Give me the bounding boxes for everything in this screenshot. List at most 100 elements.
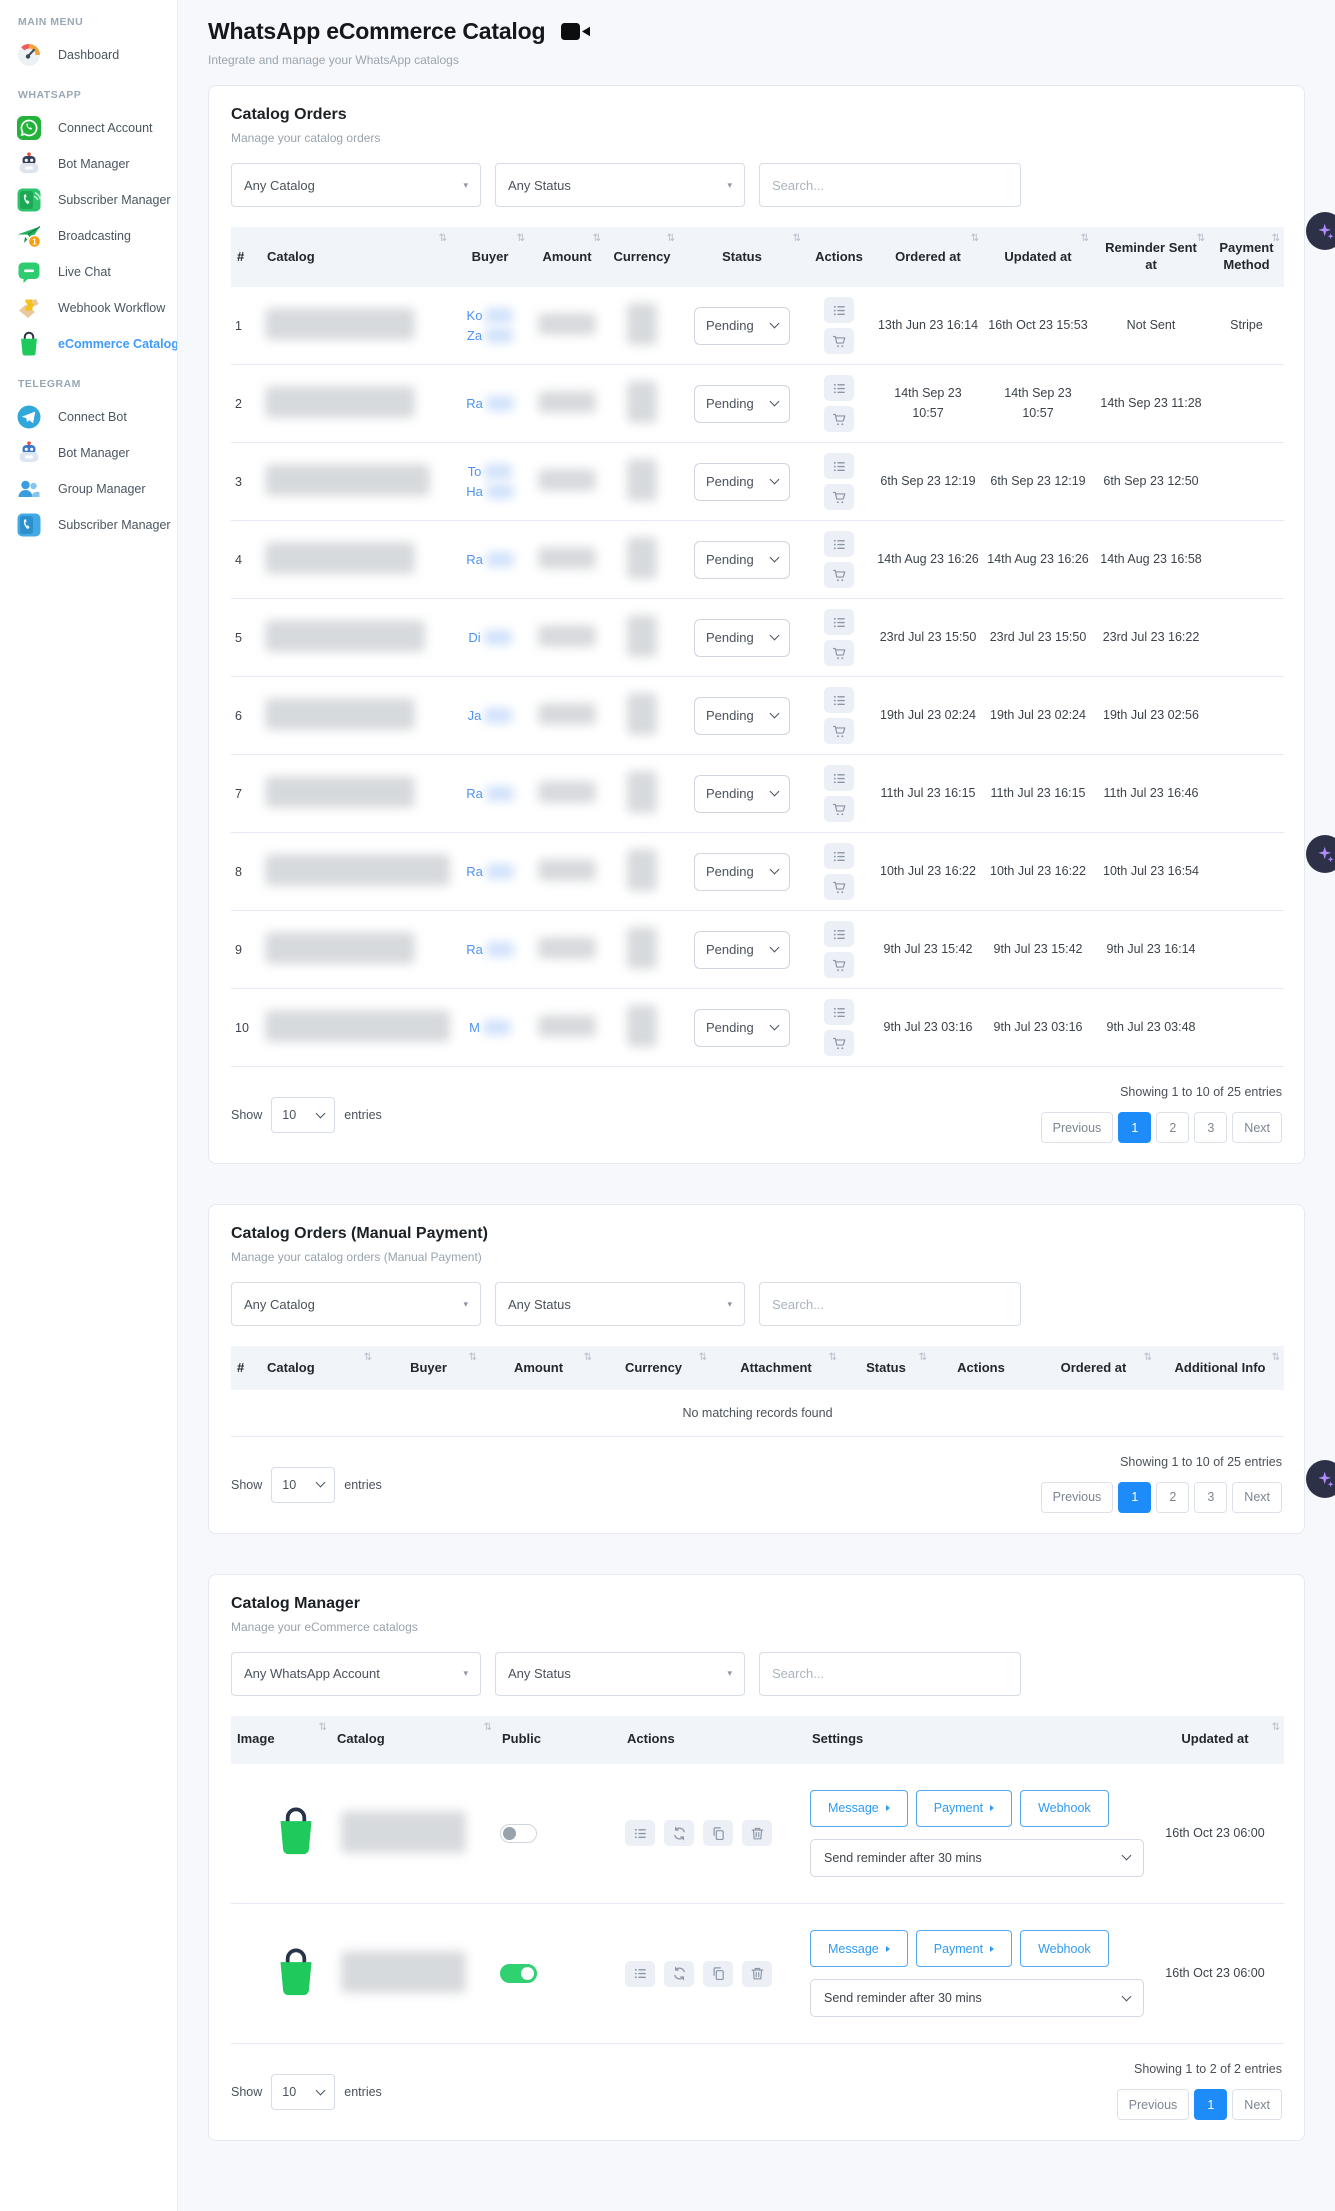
- sidebar-item-bot-manager[interactable]: Bot Manager: [0, 146, 177, 182]
- order-cart-button[interactable]: [824, 484, 854, 510]
- order-items-button[interactable]: [824, 375, 854, 401]
- order-status-select[interactable]: Pending: [694, 775, 790, 813]
- entries-per-page-select[interactable]: 10: [271, 1097, 335, 1133]
- sort-icon[interactable]: ⇅: [517, 232, 525, 245]
- order-items-button[interactable]: [824, 999, 854, 1025]
- catalog-duplicate-button[interactable]: [703, 1961, 733, 1987]
- column-header-amount[interactable]: Amount⇅: [481, 1346, 596, 1390]
- page-button-1[interactable]: 1: [1118, 1482, 1151, 1513]
- order-cart-button[interactable]: [824, 562, 854, 588]
- buyer-name-partial[interactable]: Ja: [455, 706, 525, 726]
- sort-icon[interactable]: ⇅: [919, 1351, 927, 1364]
- page-button-2[interactable]: 2: [1156, 1112, 1189, 1143]
- column-header-image[interactable]: Image⇅: [231, 1716, 331, 1764]
- order-items-button[interactable]: [824, 609, 854, 635]
- sidebar-item-group-manager[interactable]: Group Manager: [0, 471, 177, 507]
- sort-icon[interactable]: ⇅: [439, 232, 447, 245]
- page-button-1[interactable]: 1: [1194, 2089, 1227, 2120]
- reminder-select[interactable]: Send reminder after 30 mins: [810, 1839, 1144, 1877]
- order-status-select[interactable]: Pending: [694, 541, 790, 579]
- entries-per-page-select[interactable]: 10: [271, 1467, 335, 1503]
- page-button-1[interactable]: 1: [1118, 1112, 1151, 1143]
- order-cart-button[interactable]: [824, 952, 854, 978]
- sort-icon[interactable]: ⇅: [1144, 1351, 1152, 1364]
- page-button-2[interactable]: 2: [1156, 1482, 1189, 1513]
- catalog-items-button[interactable]: [625, 1961, 655, 1987]
- column-header-updated-at[interactable]: Updated at⇅: [1146, 1716, 1284, 1764]
- order-status-select[interactable]: Pending: [694, 385, 790, 423]
- sidebar-item-broadcasting[interactable]: 1Broadcasting: [0, 218, 177, 254]
- column-header-ordered-at[interactable]: Ordered at⇅: [873, 227, 983, 287]
- order-cart-button[interactable]: [824, 328, 854, 354]
- settings-payment-button[interactable]: Payment: [916, 1790, 1012, 1827]
- sort-icon[interactable]: ⇅: [971, 232, 979, 245]
- order-status-select[interactable]: Pending: [694, 697, 790, 735]
- sidebar-item-live-chat[interactable]: Live Chat: [0, 254, 177, 290]
- order-status-select[interactable]: Pending: [694, 307, 790, 345]
- sort-icon[interactable]: ⇅: [1272, 1721, 1280, 1734]
- sidebar-item-dashboard[interactable]: Dashboard: [0, 37, 177, 73]
- previous-page-button[interactable]: Previous: [1117, 2089, 1190, 2120]
- sort-icon[interactable]: ⇅: [1081, 232, 1089, 245]
- order-items-button[interactable]: [824, 765, 854, 791]
- catalog-refresh-button[interactable]: [664, 1961, 694, 1987]
- next-page-button[interactable]: Next: [1232, 1112, 1282, 1143]
- reminder-select[interactable]: Send reminder after 30 mins: [810, 1979, 1144, 2017]
- sort-icon[interactable]: ⇅: [1197, 232, 1205, 245]
- order-status-select[interactable]: Pending: [694, 619, 790, 657]
- buyer-name-partial[interactable]: Ra: [455, 784, 525, 804]
- catalog-duplicate-button[interactable]: [703, 1820, 733, 1846]
- buyer-name-partial[interactable]: Za: [455, 326, 525, 346]
- public-toggle[interactable]: [500, 1964, 537, 1983]
- next-page-button[interactable]: Next: [1232, 1482, 1282, 1513]
- column-header-additional-info[interactable]: Additional Info⇅: [1156, 1346, 1284, 1390]
- sort-icon[interactable]: ⇅: [1272, 232, 1280, 245]
- sidebar-item-subscriber-manager[interactable]: Subscriber Manager: [0, 507, 177, 542]
- sort-icon[interactable]: ⇅: [364, 1351, 372, 1364]
- sort-icon[interactable]: ⇅: [593, 232, 601, 245]
- order-items-button[interactable]: [824, 453, 854, 479]
- catalog-refresh-button[interactable]: [664, 1820, 694, 1846]
- order-status-select[interactable]: Pending: [694, 931, 790, 969]
- settings-message-button[interactable]: Message: [810, 1930, 908, 1967]
- order-items-button[interactable]: [824, 843, 854, 869]
- status-filter-select[interactable]: Any Status ▾: [495, 1282, 745, 1326]
- sort-icon[interactable]: ⇅: [793, 232, 801, 245]
- column-header-attachment[interactable]: Attachment⇅: [711, 1346, 841, 1390]
- catalog-delete-button[interactable]: [742, 1961, 772, 1987]
- buyer-name-partial[interactable]: To: [455, 462, 525, 482]
- previous-page-button[interactable]: Previous: [1041, 1112, 1114, 1143]
- buyer-name-partial[interactable]: Ra: [455, 394, 525, 414]
- order-items-button[interactable]: [824, 921, 854, 947]
- sidebar-item-bot-manager[interactable]: Bot Manager: [0, 435, 177, 471]
- order-items-button[interactable]: [824, 531, 854, 557]
- column-header-updated-at[interactable]: Updated at⇅: [983, 227, 1093, 287]
- order-cart-button[interactable]: [824, 406, 854, 432]
- column-header-amount[interactable]: Amount⇅: [529, 227, 605, 287]
- column-header-currency[interactable]: Currency⇅: [596, 1346, 711, 1390]
- catalog-filter-select[interactable]: Any Catalog ▾: [231, 163, 481, 207]
- order-status-select[interactable]: Pending: [694, 853, 790, 891]
- sort-icon[interactable]: ⇅: [584, 1351, 592, 1364]
- buyer-name-partial[interactable]: M: [455, 1018, 525, 1038]
- column-header-payment-method[interactable]: Payment Method⇅: [1209, 227, 1284, 287]
- settings-payment-button[interactable]: Payment: [916, 1930, 1012, 1967]
- settings-webhook-button[interactable]: Webhook: [1020, 1930, 1109, 1967]
- settings-message-button[interactable]: Message: [810, 1790, 908, 1827]
- order-cart-button[interactable]: [824, 1030, 854, 1056]
- sidebar-item-ecommerce-catalog[interactable]: eCommerce Catalog: [0, 326, 177, 362]
- order-status-select[interactable]: Pending: [694, 463, 790, 501]
- video-camera-icon[interactable]: [561, 21, 591, 42]
- order-cart-button[interactable]: [824, 640, 854, 666]
- status-filter-select[interactable]: Any Status ▾: [495, 163, 745, 207]
- search-input[interactable]: [759, 1652, 1021, 1696]
- order-items-button[interactable]: [824, 687, 854, 713]
- page-button-3[interactable]: 3: [1194, 1112, 1227, 1143]
- page-button-3[interactable]: 3: [1194, 1482, 1227, 1513]
- sidebar-item-webhook-workflow[interactable]: Webhook Workflow: [0, 290, 177, 326]
- next-page-button[interactable]: Next: [1232, 2089, 1282, 2120]
- column-header-reminder-sent-at[interactable]: Reminder Sent at⇅: [1093, 227, 1209, 287]
- settings-webhook-button[interactable]: Webhook: [1020, 1790, 1109, 1827]
- sort-icon[interactable]: ⇅: [319, 1721, 327, 1734]
- previous-page-button[interactable]: Previous: [1041, 1482, 1114, 1513]
